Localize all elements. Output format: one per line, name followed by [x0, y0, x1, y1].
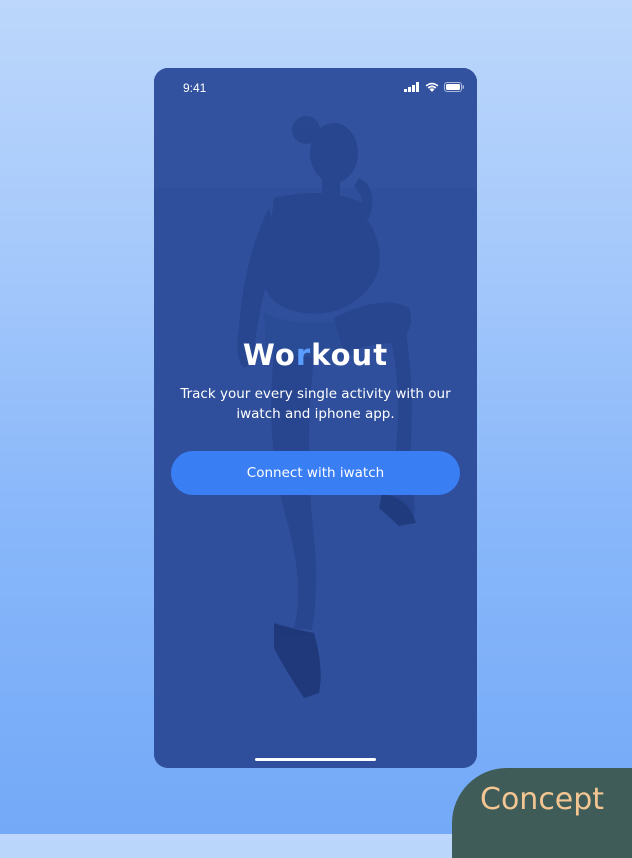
connect-iwatch-button[interactable]: Connect with iwatch: [171, 451, 460, 495]
battery-icon: [444, 82, 464, 92]
concept-label: Concept: [480, 782, 605, 817]
app-tagline: Track your every single activity with ou…: [180, 386, 451, 422]
status-bar: 9:41: [154, 68, 477, 108]
app-title: Workout: [154, 338, 477, 372]
title-part-end: kout: [311, 338, 389, 372]
wifi-icon: [425, 82, 439, 92]
home-indicator[interactable]: [255, 758, 376, 761]
title-part-start: Wo: [242, 338, 296, 372]
signal-icon: [404, 82, 419, 92]
title-accent-letter: r: [295, 338, 312, 372]
status-icons: [404, 82, 465, 92]
phone-screen: 9:41 Workout Track your every single act…: [154, 68, 477, 768]
concept-badge: Concept: [452, 768, 632, 858]
status-time: 9:41: [183, 81, 207, 95]
